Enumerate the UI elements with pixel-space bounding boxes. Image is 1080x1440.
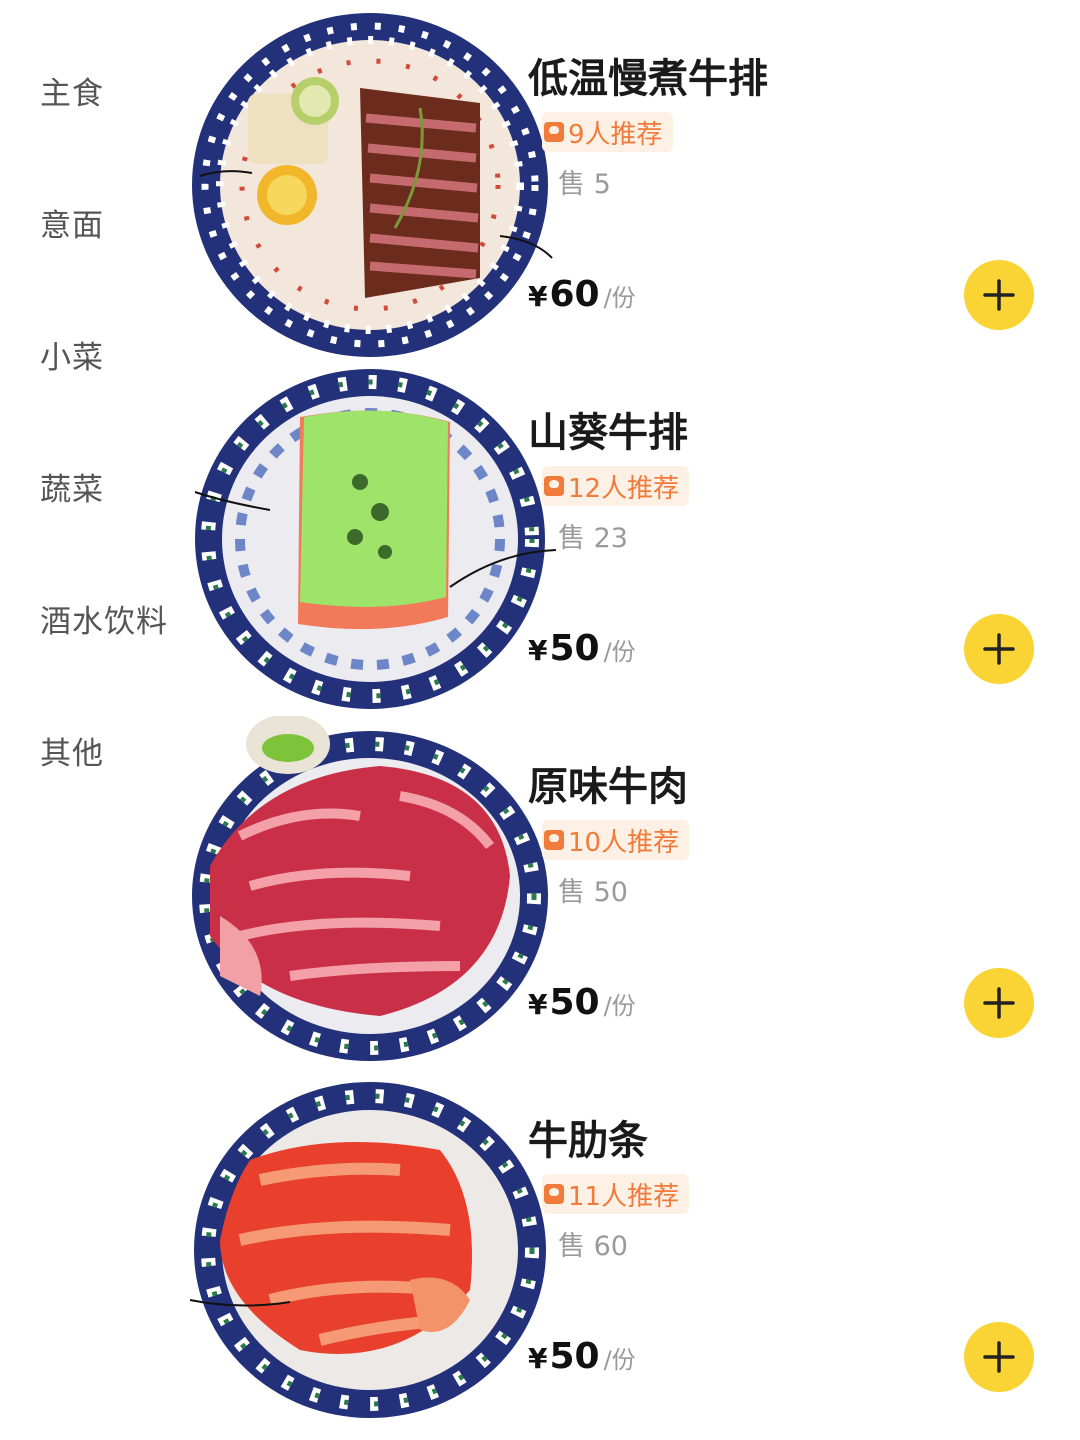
thumb-icon bbox=[544, 830, 564, 850]
recommend-count: 9人推荐 bbox=[568, 119, 663, 150]
dish-name: 山葵牛排 bbox=[528, 410, 688, 456]
steak-plate-illustration bbox=[192, 13, 553, 357]
sold-count: 售 50 bbox=[558, 877, 628, 908]
price: ¥ 60 /份 bbox=[528, 274, 636, 315]
sold-count: 售 23 bbox=[558, 523, 628, 554]
category-item-vegetables[interactable]: 蔬菜 bbox=[40, 464, 104, 509]
category-item-main[interactable]: 主食 bbox=[40, 68, 104, 113]
plus-icon bbox=[983, 279, 1015, 311]
recommend-count: 11人推荐 bbox=[568, 1181, 680, 1212]
dish-card: 牛肋条 11人推荐 售 60 ¥ 50 /份 bbox=[170, 1070, 1080, 1425]
add-to-cart-button[interactable] bbox=[964, 260, 1034, 330]
category-item-drinks[interactable]: 酒水饮料 bbox=[40, 596, 168, 641]
price: ¥ 50 /份 bbox=[528, 1336, 636, 1377]
dish-card: 原味牛肉 10人推荐 售 50 ¥ 50 /份 bbox=[170, 716, 1080, 1071]
price: ¥ 50 /份 bbox=[528, 628, 636, 669]
recommend-count: 12人推荐 bbox=[568, 473, 680, 504]
dish-name: 低温慢煮牛排 bbox=[528, 56, 768, 102]
currency-symbol: ¥ bbox=[528, 634, 548, 667]
price-unit: /份 bbox=[603, 638, 636, 666]
category-item-side-dishes[interactable]: 小菜 bbox=[40, 332, 104, 377]
currency-symbol: ¥ bbox=[528, 988, 548, 1021]
recommend-badge: 9人推荐 bbox=[542, 112, 673, 152]
add-to-cart-button[interactable] bbox=[964, 1322, 1034, 1392]
price-unit: /份 bbox=[603, 284, 636, 312]
dish-name: 原味牛肉 bbox=[528, 764, 688, 810]
category-item-pasta[interactable]: 意面 bbox=[40, 200, 104, 245]
price-value: 60 bbox=[549, 274, 600, 315]
price-unit: /份 bbox=[603, 1346, 636, 1374]
dish-name: 牛肋条 bbox=[528, 1118, 648, 1164]
recommend-count: 10人推荐 bbox=[568, 827, 680, 858]
add-to-cart-button[interactable] bbox=[964, 614, 1034, 684]
add-to-cart-button[interactable] bbox=[964, 968, 1034, 1038]
plus-icon bbox=[983, 633, 1015, 665]
currency-symbol: ¥ bbox=[528, 1342, 548, 1375]
price-value: 50 bbox=[549, 982, 600, 1023]
category-sidebar: 主食 意面 小菜 蔬菜 酒水饮料 其他 bbox=[0, 0, 190, 1440]
beef-rib-plate-illustration bbox=[189, 1082, 546, 1418]
plus-icon bbox=[983, 1341, 1015, 1373]
category-item-other[interactable]: 其他 bbox=[40, 728, 104, 773]
raw-beef-plate-illustration bbox=[192, 716, 548, 1061]
dish-card: 山葵牛排 12人推荐 售 23 ¥ 50 /份 bbox=[170, 362, 1080, 717]
wasabi-steak-plate-illustration bbox=[194, 369, 557, 709]
price-unit: /份 bbox=[603, 992, 636, 1020]
price: ¥ 50 /份 bbox=[528, 982, 636, 1023]
thumb-icon bbox=[544, 476, 564, 496]
price-value: 50 bbox=[549, 628, 600, 669]
recommend-badge: 11人推荐 bbox=[542, 1174, 690, 1214]
recommend-badge: 12人推荐 bbox=[542, 466, 690, 506]
dish-card: 低温慢煮牛排 9人推荐 售 5 ¥ 60 /份 bbox=[170, 8, 1080, 363]
sold-count: 售 5 bbox=[558, 169, 611, 200]
currency-symbol: ¥ bbox=[528, 280, 548, 313]
thumb-icon bbox=[544, 122, 564, 142]
sold-count: 售 60 bbox=[558, 1231, 628, 1262]
price-value: 50 bbox=[549, 1336, 600, 1377]
plus-icon bbox=[983, 987, 1015, 1019]
recommend-badge: 10人推荐 bbox=[542, 820, 690, 860]
thumb-icon bbox=[544, 1184, 564, 1204]
